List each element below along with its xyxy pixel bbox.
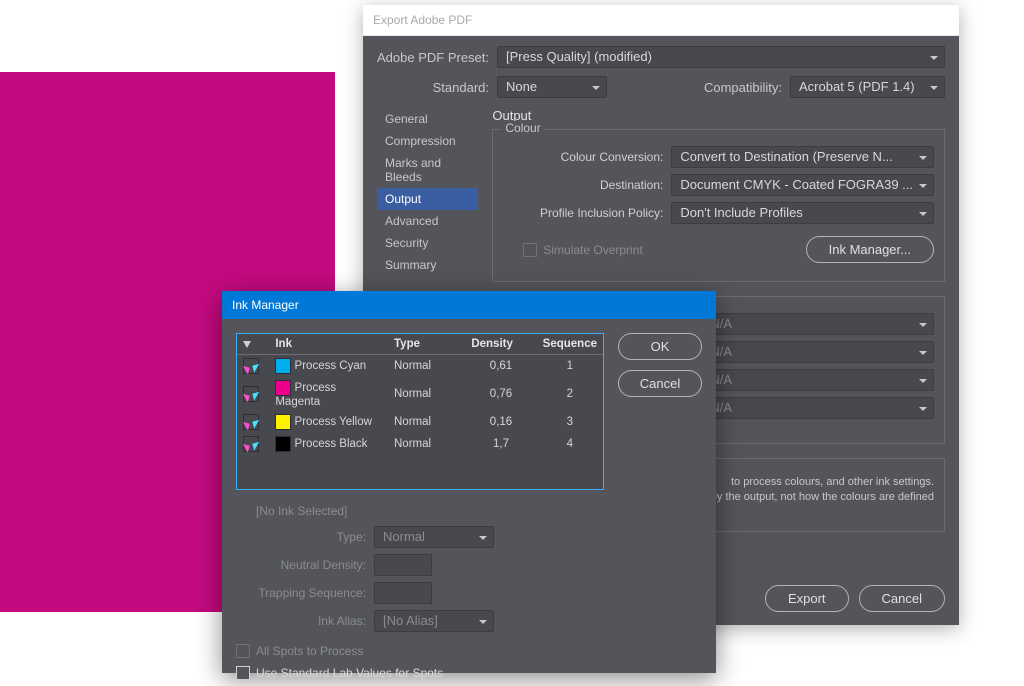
ink-type-cell: Normal xyxy=(388,433,465,455)
ink-type-cell: Normal xyxy=(388,355,465,378)
profile-inclusion-label: Profile Inclusion Policy: xyxy=(503,206,671,220)
ink-manager-button[interactable]: Ink Manager... xyxy=(806,236,934,263)
standard-label: Standard: xyxy=(377,80,497,95)
ink-density-cell: 1,7 xyxy=(465,433,536,455)
compat-label: Compatibility: xyxy=(704,80,790,95)
sidebar-item-marks-and-bleeds[interactable]: Marks and Bleeds xyxy=(377,152,478,188)
destination-select[interactable]: Document CMYK - Coated FOGRA39 ... xyxy=(671,174,934,196)
sidebar-item-output[interactable]: Output xyxy=(377,188,478,210)
ink-type-select[interactable]: Normal xyxy=(374,526,494,548)
ink-sequence-cell: 2 xyxy=(537,377,603,411)
colour-group: Colour Colour Conversion: Convert to Des… xyxy=(492,129,945,282)
ink-density-cell: 0,76 xyxy=(465,377,536,411)
trapping-sequence-label: Trapping Sequence: xyxy=(236,586,374,600)
ink-type-cell: Normal xyxy=(388,377,465,411)
ink-alias-select[interactable]: [No Alias] xyxy=(374,610,494,632)
ink-swatch xyxy=(275,414,291,430)
use-lab-option[interactable]: Use Standard Lab Values for Spots xyxy=(236,666,702,680)
preset-label: Adobe PDF Preset: xyxy=(377,50,497,65)
no-ink-selected-label: [No Ink Selected] xyxy=(236,504,702,518)
ink-swatch xyxy=(275,358,291,374)
ink-type-label: Type: xyxy=(236,530,374,544)
col-density[interactable]: Density xyxy=(465,334,536,355)
pdfx-field-2: N/A xyxy=(701,341,934,363)
destination-label: Destination: xyxy=(503,178,671,192)
ink-manager-title: Ink Manager xyxy=(222,291,716,319)
sidebar-item-advanced[interactable]: Advanced xyxy=(377,210,478,232)
ink-droplet-icon xyxy=(243,341,251,348)
use-lab-label: Use Standard Lab Values for Spots xyxy=(256,666,443,680)
ink-density-cell: 0,16 xyxy=(465,411,536,433)
ink-sequence-cell: 1 xyxy=(537,355,603,378)
all-spots-checkbox[interactable] xyxy=(236,644,250,658)
ink-alias-label: Ink Alias: xyxy=(236,614,374,628)
ink-table-row[interactable]: Process Yellow Normal0,163 xyxy=(237,411,603,433)
colour-conversion-label: Colour Conversion: xyxy=(503,150,671,164)
neutral-density-field xyxy=(374,554,432,576)
simulate-overprint-label: Simulate Overprint xyxy=(543,243,642,257)
ink-ok-button[interactable]: OK xyxy=(618,333,702,360)
standard-select[interactable]: None xyxy=(497,76,607,98)
ink-table-row[interactable]: Process Cyan Normal0,611 xyxy=(237,355,603,378)
ink-table-row[interactable]: Process MagentaNormal0,762 xyxy=(237,377,603,411)
preset-select[interactable]: [Press Quality] (modified) xyxy=(497,46,945,68)
simulate-overprint-checkbox xyxy=(523,243,537,257)
ink-name: Process Yellow xyxy=(295,416,372,428)
all-spots-option[interactable]: All Spots to Process xyxy=(236,644,702,658)
all-spots-label: All Spots to Process xyxy=(256,644,363,658)
pdfx-field-3: N/A xyxy=(701,369,934,391)
profile-inclusion-select[interactable]: Don't Include Profiles xyxy=(671,202,934,224)
ink-angle-icon xyxy=(243,436,259,452)
ink-sequence-cell: 3 xyxy=(537,411,603,433)
ink-angle-icon xyxy=(243,358,259,374)
ink-angle-icon xyxy=(243,414,259,430)
ink-name: Process Black xyxy=(295,438,368,450)
use-lab-checkbox[interactable] xyxy=(236,666,250,680)
cancel-button[interactable]: Cancel xyxy=(859,585,945,612)
ink-table-row[interactable]: Process Black Normal1,74 xyxy=(237,433,603,455)
colour-conversion-select[interactable]: Convert to Destination (Preserve N... xyxy=(671,146,934,168)
neutral-density-label: Neutral Density: xyxy=(236,558,374,572)
ink-type-cell: Normal xyxy=(388,411,465,433)
pdfx-field-1: N/A xyxy=(701,313,934,335)
ink-cancel-button[interactable]: Cancel xyxy=(618,370,702,397)
pdfx-field-4: N/A xyxy=(701,397,934,419)
col-type[interactable]: Type xyxy=(388,334,465,355)
ink-density-cell: 0,61 xyxy=(465,355,536,378)
ink-sequence-cell: 4 xyxy=(537,433,603,455)
ink-swatch xyxy=(275,380,291,396)
ink-name: Process Cyan xyxy=(295,360,367,372)
col-ink[interactable]: Ink xyxy=(269,334,388,355)
export-button[interactable]: Export xyxy=(765,585,849,612)
sidebar-item-summary[interactable]: Summary xyxy=(377,254,478,276)
colour-legend: Colour xyxy=(501,121,544,135)
compat-select[interactable]: Acrobat 5 (PDF 1.4) xyxy=(790,76,945,98)
ink-table[interactable]: Ink Type Density Sequence Process Cyan No… xyxy=(236,333,604,490)
trapping-sequence-field xyxy=(374,582,432,604)
sidebar-item-general[interactable]: General xyxy=(377,108,478,130)
export-pdf-title: Export Adobe PDF xyxy=(363,5,959,36)
col-sequence[interactable]: Sequence xyxy=(537,334,603,355)
sidebar-item-security[interactable]: Security xyxy=(377,232,478,254)
ink-angle-icon xyxy=(243,386,259,402)
output-heading: Output xyxy=(492,108,945,123)
ink-swatch xyxy=(275,436,291,452)
ink-manager-dialog: Ink Manager Ink Type Density Sequence Pr… xyxy=(222,291,716,673)
sidebar-item-compression[interactable]: Compression xyxy=(377,130,478,152)
